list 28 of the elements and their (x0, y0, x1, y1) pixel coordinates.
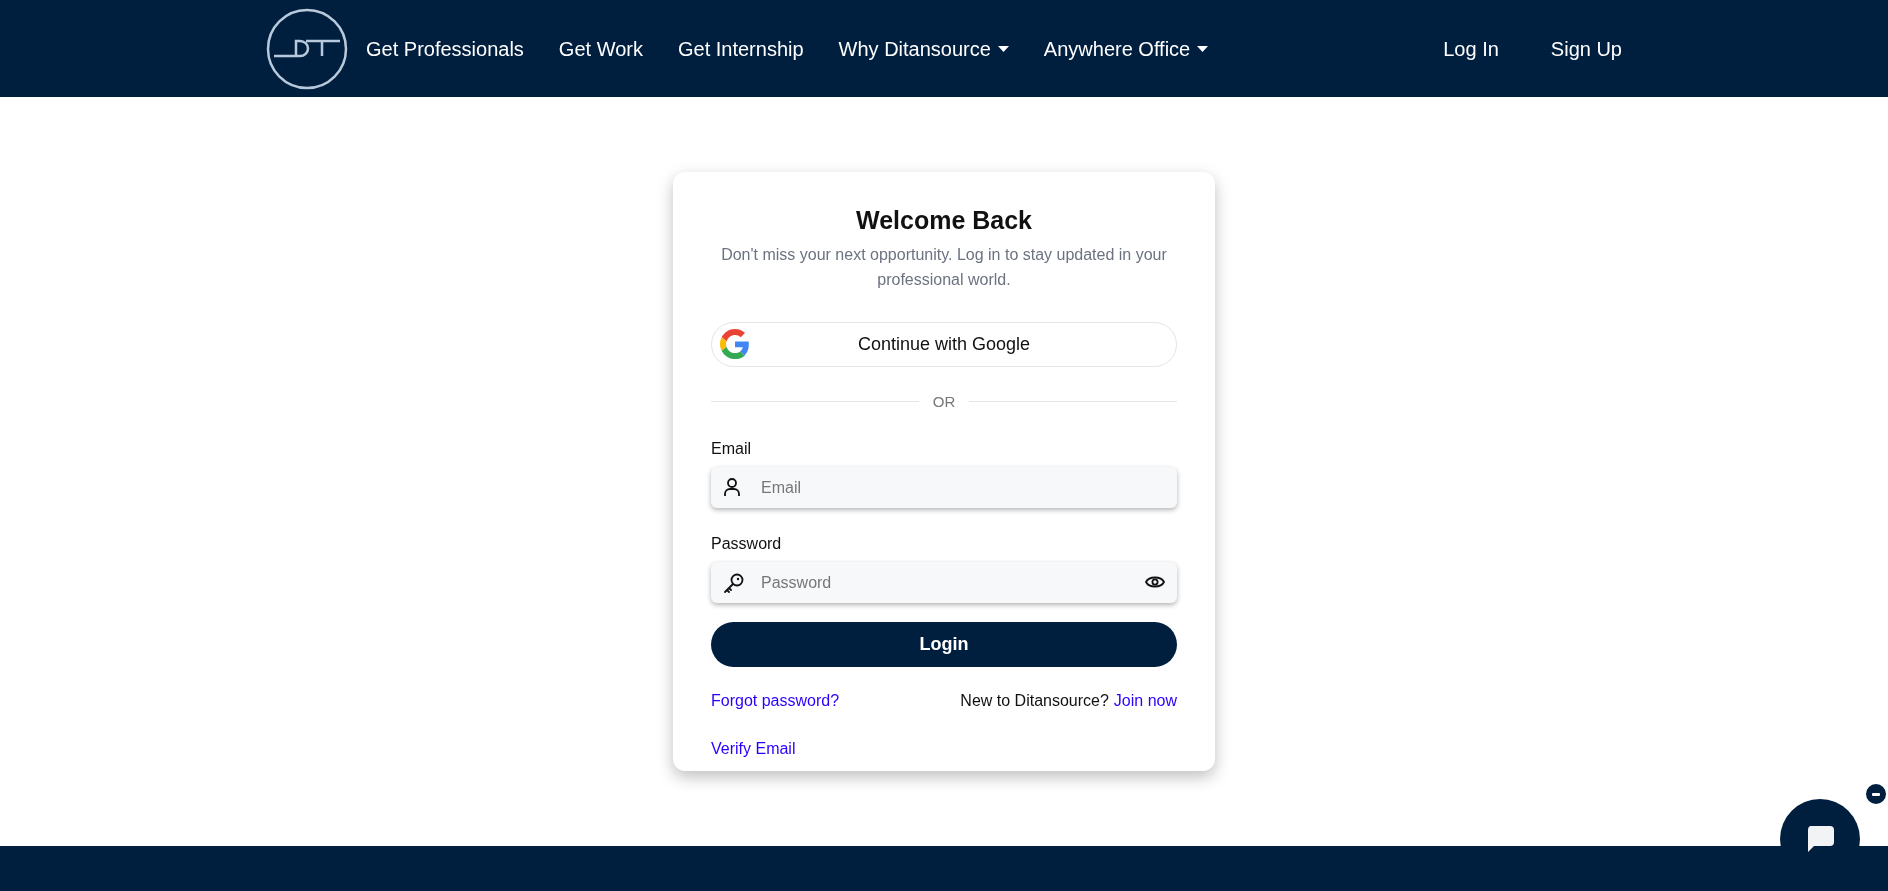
nav-link[interactable]: Get Internship (677, 33, 804, 64)
user-icon (723, 477, 741, 497)
key-icon (723, 572, 745, 594)
password-field[interactable]: Password (711, 562, 1177, 603)
google-icon (720, 329, 750, 359)
card-subtitle: Don't miss your next opportunity. Log in to stay updated in your professional world. (720, 244, 1168, 290)
sign-up-link[interactable]: Sign Up (1550, 33, 1622, 64)
join-prompt: New to Ditansource? (960, 691, 1109, 711)
minimize-chat-button[interactable] (1864, 782, 1888, 806)
nav-link[interactable]: Anywhere Office (1043, 33, 1209, 64)
field-label: Email (711, 439, 752, 459)
nav-link[interactable]: Get Professionals (366, 33, 524, 64)
forgot-password-link[interactable]: Forgot password? (711, 689, 840, 713)
join-now-link[interactable]: Join now (1113, 689, 1177, 713)
show-password-button[interactable] (1145, 575, 1165, 589)
verify-email-link[interactable]: Verify Email (711, 737, 796, 761)
email-field[interactable]: Email (711, 467, 1177, 508)
logo-icon[interactable] (266, 7, 348, 90)
minus-icon (1872, 792, 1880, 796)
caret-icon (1197, 45, 1209, 52)
log-in-link[interactable]: Log In (1443, 33, 1499, 64)
or-divider-text: OR (932, 391, 956, 412)
nav-link[interactable]: Get Work (558, 33, 643, 64)
card-title: Welcome Back (855, 205, 1033, 236)
login-button[interactable]: Login (711, 622, 1177, 667)
field-label: Password (711, 534, 783, 554)
caret-icon (997, 45, 1009, 52)
nav-link[interactable]: Why Ditansource (838, 33, 1009, 64)
